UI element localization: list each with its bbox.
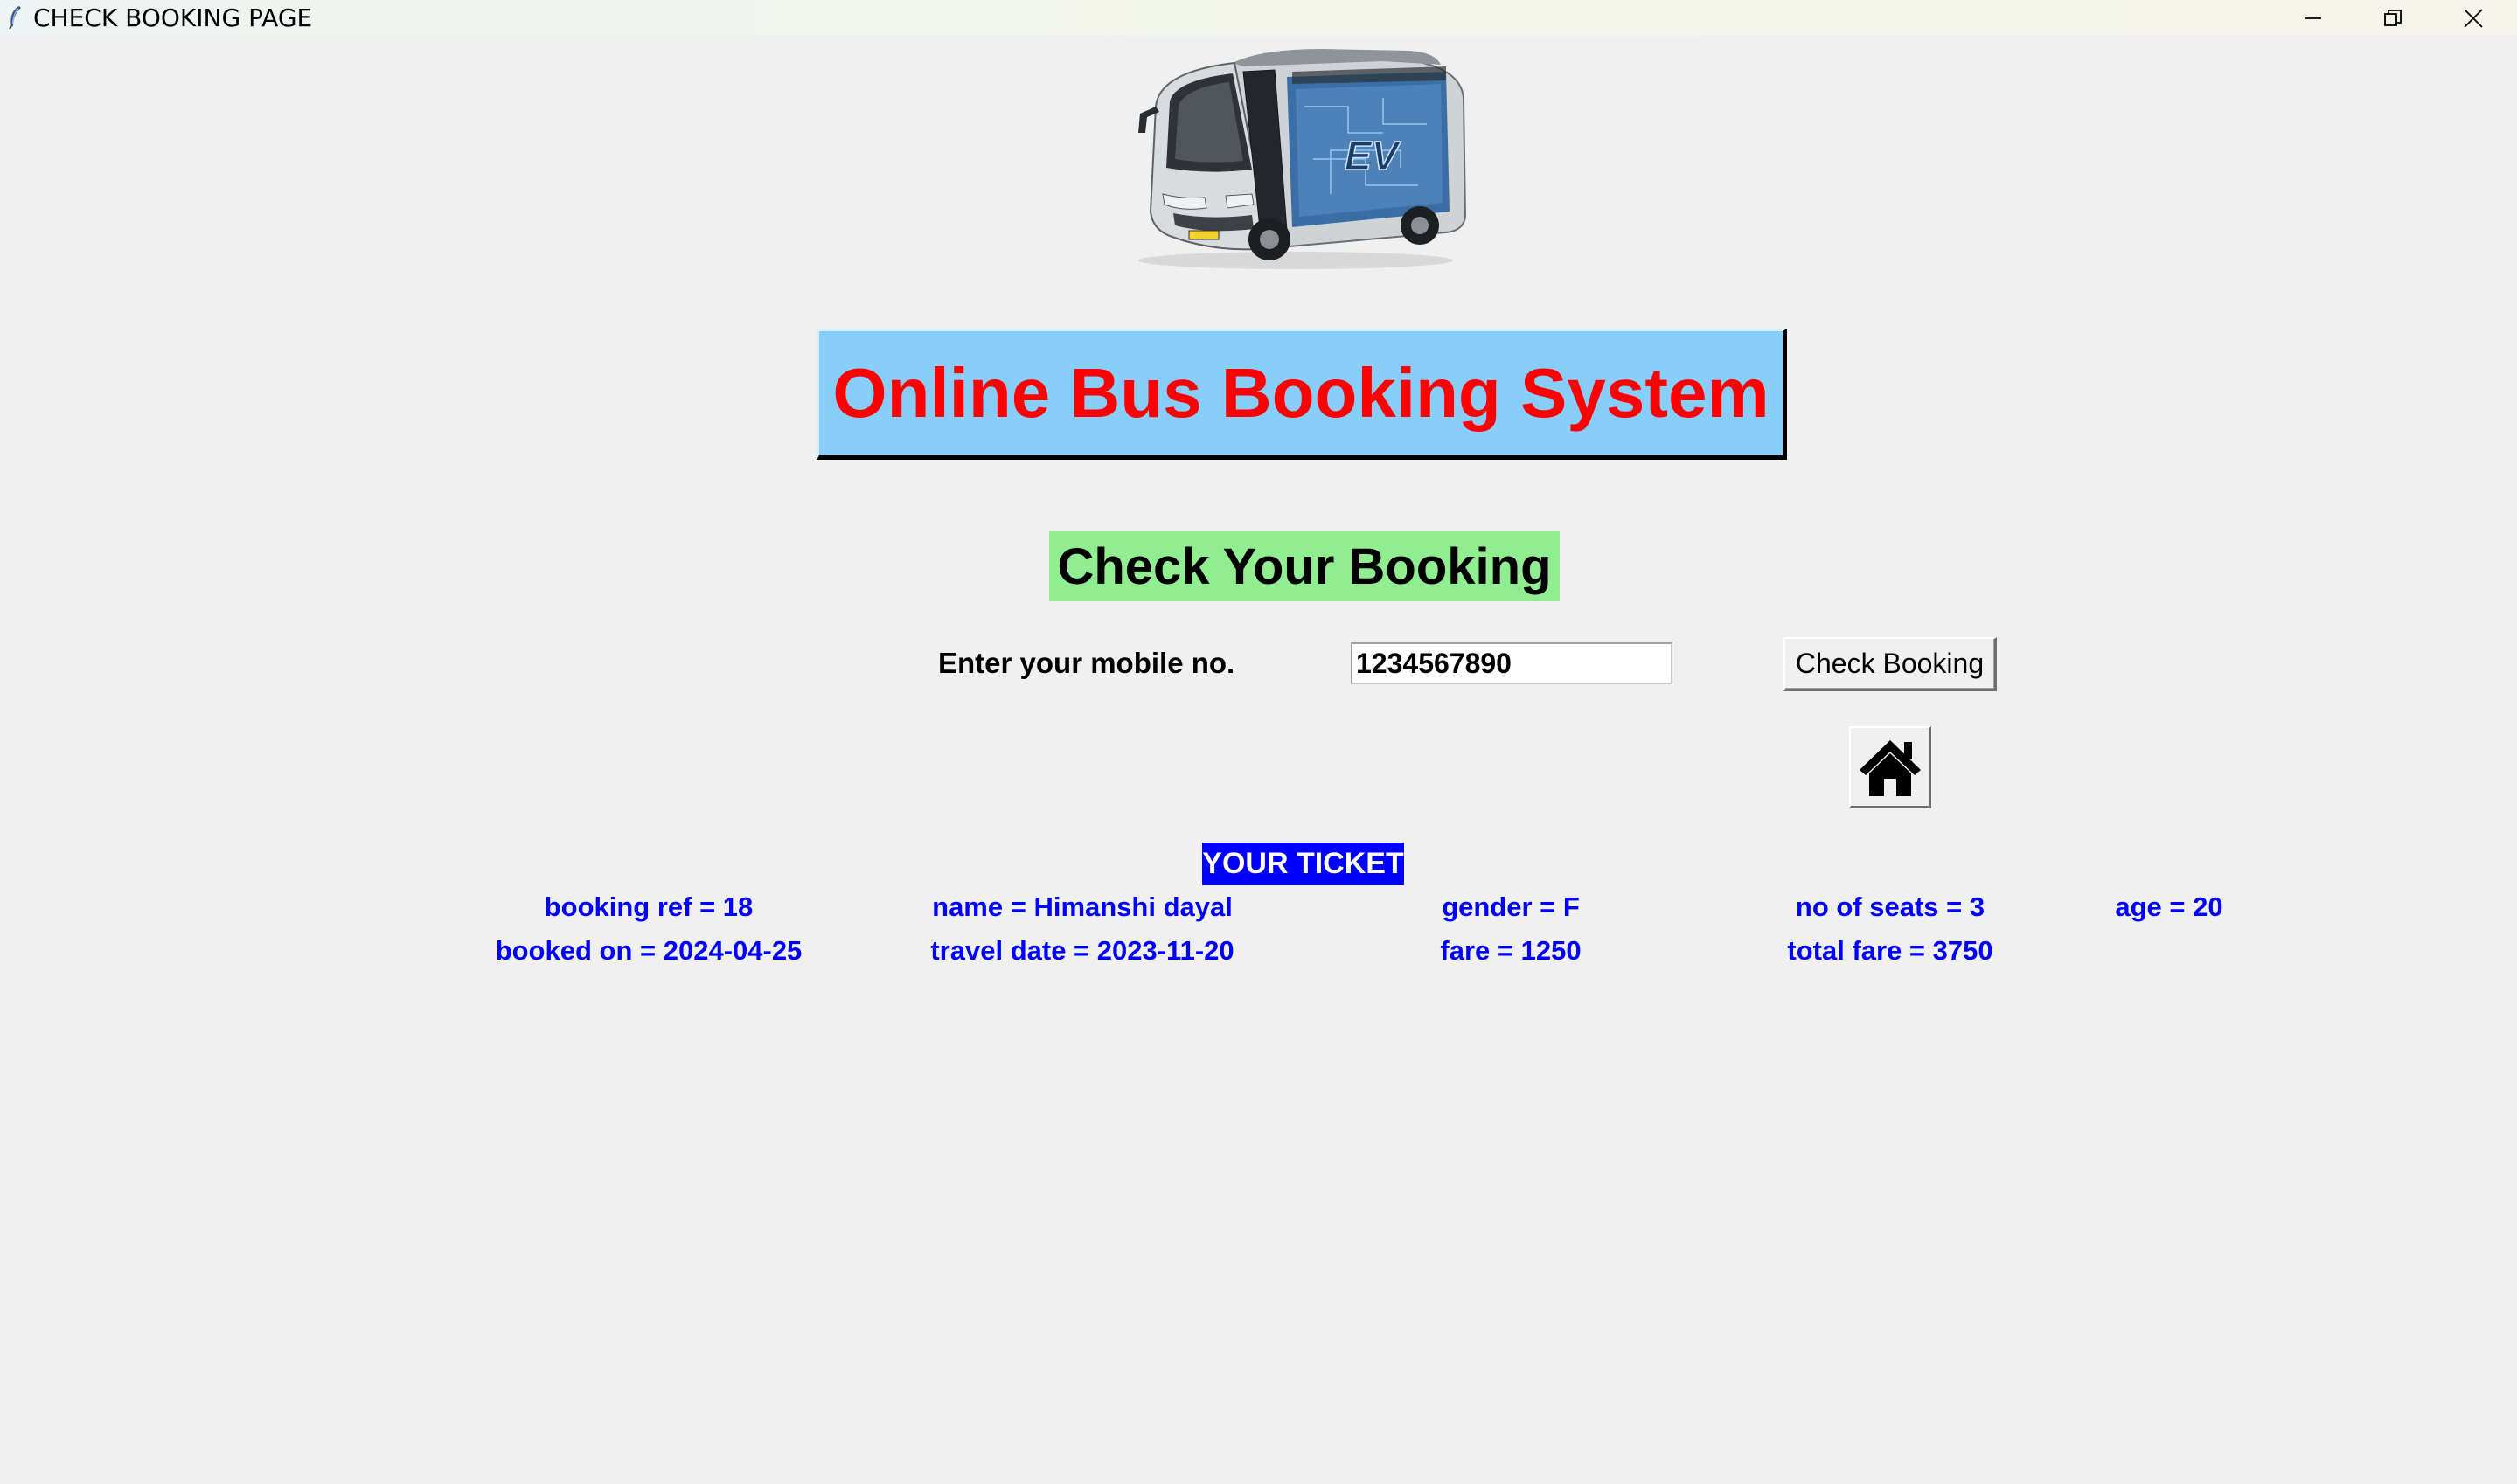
bus-image: EV	[1121, 45, 1471, 274]
minimize-button[interactable]	[2274, 0, 2353, 36]
electric-bus-illustration: EV	[1138, 49, 1467, 269]
ticket-fare: fare = 1250	[1440, 935, 1582, 966]
home-button[interactable]	[1849, 726, 1931, 808]
restore-button[interactable]	[2354, 0, 2432, 36]
system-title: Online Bus Booking System	[832, 354, 1770, 432]
ticket-age: age = 20	[2115, 891, 2223, 922]
ticket-gender: gender = F	[1442, 891, 1580, 922]
mobile-number-input[interactable]	[1351, 642, 1672, 684]
ticket-name: name = Himanshi dayal	[932, 891, 1233, 922]
window-titlebar[interactable]: CHECK BOOKING PAGE	[0, 0, 2517, 36]
ticket-seats: no of seats = 3	[1795, 891, 1985, 922]
check-booking-button[interactable]: Check Booking	[1783, 637, 1997, 691]
mobile-number-label: Enter your mobile no.	[938, 647, 1235, 679]
restore-icon	[2384, 9, 2402, 26]
ticket-travel-date: travel date = 2023-11-20	[930, 935, 1234, 966]
window-title: CHECK BOOKING PAGE	[33, 3, 313, 32]
ticket-heading: YOUR TICKET	[1202, 843, 1404, 885]
ticket-booking-ref: booking ref = 18	[544, 891, 754, 922]
check-booking-heading: Check Your Booking	[1049, 531, 1560, 601]
home-icon	[1859, 739, 1921, 796]
close-icon	[2464, 8, 2483, 28]
close-button[interactable]	[2434, 0, 2513, 36]
system-title-banner: Online Bus Booking System	[817, 329, 1787, 460]
minimize-icon	[2305, 17, 2321, 19]
ticket-booked-on: booked on = 2024-04-25	[495, 935, 803, 966]
svg-text:EV: EV	[1345, 133, 1401, 178]
ticket-total-fare: total fare = 3750	[1787, 935, 1993, 966]
feather-icon	[9, 6, 21, 30]
